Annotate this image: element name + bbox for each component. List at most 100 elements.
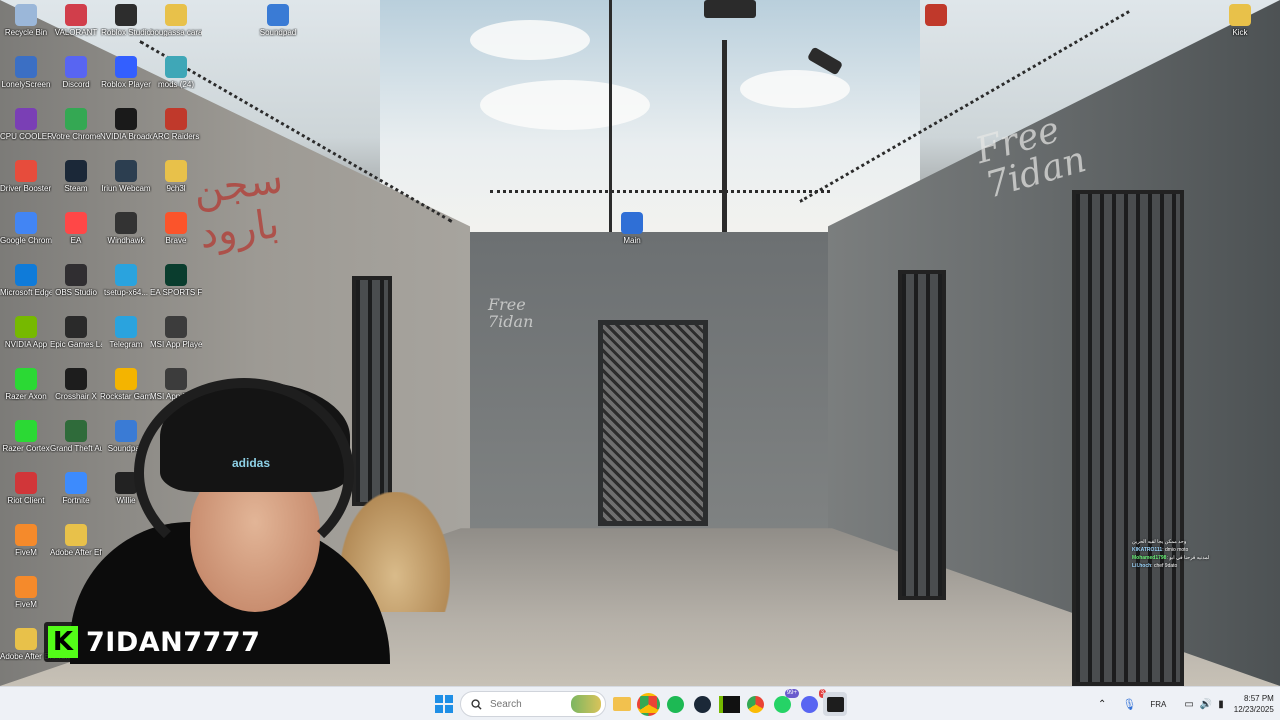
desktop-icon[interactable]: Google Chrome <box>0 212 52 245</box>
desktop-icon[interactable]: Driver Booster 13 <box>0 160 52 193</box>
chat-username: Lil.hoch <box>1132 563 1152 569</box>
folder-icon <box>1229 4 1251 26</box>
recycle-bin-icon <box>15 4 37 26</box>
sky <box>380 0 920 240</box>
spotify-icon[interactable] <box>663 692 687 716</box>
desktop-icon[interactable]: MSI App Player <box>150 316 202 349</box>
volume-icon[interactable]: 🔊 <box>1200 699 1212 710</box>
steam-icon[interactable] <box>690 692 714 716</box>
ea-icon <box>65 212 87 234</box>
desktop-icon[interactable]: CPU COOLER V4.0 <box>0 108 52 141</box>
chat-username: KIKATRO111 <box>1132 547 1163 553</box>
desktop-icon-label: EA <box>70 236 82 245</box>
desktop-icon-label: Windhawk <box>107 236 145 245</box>
steam-icon <box>65 160 87 182</box>
desktop-icon-label: NVIDIA Broadcast <box>100 132 152 141</box>
discord-icon[interactable]: 3 <box>797 689 826 716</box>
red-app-icon <box>925 4 947 26</box>
desktop-icon[interactable]: EA SPORTS FC 26 <box>150 264 202 297</box>
desktop-icon[interactable]: Discord <box>50 56 102 89</box>
edge-icon <box>15 264 37 286</box>
desktop-icon[interactable]: Votre Chrome <box>50 108 102 141</box>
desktop-icon[interactable]: Roblox Studio <box>100 4 152 37</box>
desktop-icon[interactable]: Steam <box>50 160 102 193</box>
chrome-icon[interactable] <box>743 692 767 716</box>
desktop-icon[interactable]: EA <box>50 212 102 245</box>
windhawk-icon <box>115 212 137 234</box>
desktop-icon[interactable]: NVIDIA Broadcast <box>100 108 152 141</box>
desktop-icon[interactable]: Iriun Webcam <box>100 160 152 193</box>
desktop-icon-label: Telegram <box>109 340 143 349</box>
desktop-icon-label: Iriun Webcam <box>101 184 151 193</box>
system-tray: ⌃ 🎙 FRA ▭ 🔊 ▮ 8:57 PM 12/23/2025 🔔 <box>1098 687 1280 721</box>
desktop-icon[interactable]: OBS Studio <box>50 264 102 297</box>
battery-icon[interactable]: ▮ <box>1218 699 1224 710</box>
taskbar-search[interactable] <box>460 691 606 717</box>
clock[interactable]: 8:57 PM 12/23/2025 <box>1234 693 1274 715</box>
telegram-icon <box>115 264 137 286</box>
streamer-tag: K 7IDAN7777 <box>44 622 273 662</box>
desktop-icon[interactable]: Windhawk <box>100 212 152 245</box>
desktop-icon-label: VALORANT <box>54 28 98 37</box>
desktop-icon-label: mods (24) <box>157 80 194 89</box>
chevron-up-icon[interactable]: ⌃ <box>1098 699 1106 710</box>
search-input[interactable] <box>488 697 572 711</box>
desktop-icon[interactable]: Kick <box>1214 4 1266 37</box>
desktop-icon-label: bougassa caravane <box>150 28 202 37</box>
wall-text-center: Free 7idan <box>488 295 534 331</box>
whatsapp-icon[interactable]: 99+ <box>770 689 799 716</box>
discord-icon <box>65 56 87 78</box>
desktop-icon-label: Epic Games Launcher <box>50 340 102 349</box>
desktop-icon-label: Votre Chrome <box>51 132 101 141</box>
desktop-icon[interactable]: Recycle Bin <box>0 4 52 37</box>
desktop-icon[interactable]: Soundpad <box>252 4 304 37</box>
desktop-icon[interactable]: Main <box>606 212 658 245</box>
desktop-icon-label: 9ch3l <box>166 184 186 193</box>
chat-text: : لمدنيه فرحنا في ابو <box>1166 555 1210 561</box>
microphone-icon[interactable]: 🎙 <box>1122 698 1136 711</box>
desktop-icon[interactable]: VALORANT <box>50 4 102 37</box>
barbed-wire <box>490 190 830 193</box>
file-explorer-icon[interactable] <box>610 692 634 716</box>
desktop-icon[interactable]: Roblox Player <box>100 56 152 89</box>
center-gate <box>598 320 708 526</box>
chrome-icon <box>65 108 87 130</box>
desktop-icon-label: Recycle Bin <box>4 28 48 37</box>
nvidia-icon[interactable] <box>717 692 741 716</box>
lonelyscreen-icon <box>15 56 37 78</box>
cloud <box>740 70 850 108</box>
desktop-icon[interactable]: NVIDIA App <box>0 316 52 349</box>
desktop-icon[interactable]: mods (24) <box>150 56 202 89</box>
desktop-icon[interactable]: bougassa caravane <box>150 4 202 37</box>
streamer-name: 7IDAN7777 <box>86 626 261 658</box>
headphones <box>134 378 354 568</box>
language-indicator[interactable]: FRA <box>1150 700 1166 709</box>
driver-booster-icon <box>15 160 37 182</box>
desktop-icon[interactable]: Microsoft Edge <box>0 264 52 297</box>
antenna-pole <box>609 0 612 232</box>
chat-text: : chef 9dato <box>1151 563 1178 569</box>
desktop-icon[interactable]: Telegram <box>100 316 152 349</box>
terminal-icon[interactable] <box>823 692 847 716</box>
chat-message: KIKATRO111: dmio moto <box>1132 546 1272 554</box>
chat-text: : dmio moto <box>1162 547 1189 553</box>
epic-games-icon <box>65 316 87 338</box>
desktop-icon[interactable]: ARC Raiders <box>150 108 202 141</box>
roblox-studio-icon <box>115 4 137 26</box>
desktop-icon[interactable]: 9ch3l <box>150 160 202 193</box>
start-button[interactable] <box>432 692 456 716</box>
taskbar: 99+ 3 ⌃ 🎙 FRA ▭ 🔊 ▮ 8:57 PM 12/23/2025 🔔 <box>0 686 1280 720</box>
desktop-icon[interactable]: Brave <box>150 212 202 245</box>
desktop-icon-label: Google Chrome <box>0 236 52 245</box>
nvidia-icon <box>15 316 37 338</box>
desktop-icon-label: Driver Booster 13 <box>0 184 52 193</box>
desktop-icon[interactable]: LonelyScreen <box>0 56 52 89</box>
desktop-icon[interactable]: tsetup-x64... <box>100 264 152 297</box>
chrome-icon[interactable] <box>636 692 660 716</box>
desktop-icon[interactable]: Epic Games Launcher <box>50 316 102 349</box>
telegram-icon <box>115 316 137 338</box>
network-icon[interactable]: ▭ <box>1184 699 1193 710</box>
ea-sports-icon <box>165 264 187 286</box>
desktop-icon[interactable] <box>910 4 962 28</box>
folder-icon <box>165 160 187 182</box>
